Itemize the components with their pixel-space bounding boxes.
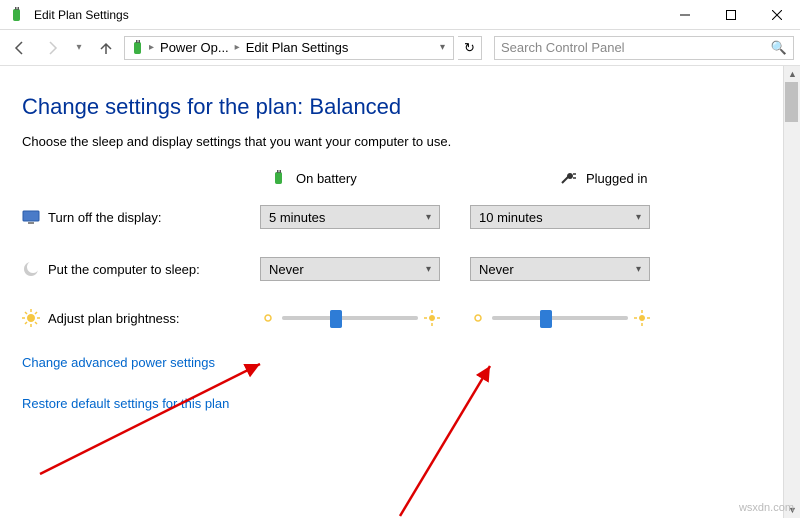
brightness-icon: [22, 309, 40, 327]
plug-icon: [560, 169, 578, 187]
sun-bright-icon: [634, 310, 650, 326]
address-dropdown[interactable]: ▾: [436, 42, 449, 53]
refresh-button[interactable]: ↻: [458, 36, 482, 60]
scrollbar[interactable]: ▲ ▼: [783, 66, 800, 518]
sleep-battery-select[interactable]: Never▾: [260, 257, 440, 281]
scroll-thumb[interactable]: [785, 82, 798, 122]
breadcrumb-item[interactable]: Power Op...: [156, 40, 233, 55]
row-label-display: Turn off the display:: [48, 210, 161, 225]
monitor-icon: [22, 208, 40, 226]
brightness-battery-slider[interactable]: [282, 316, 418, 320]
address-bar[interactable]: ▸ Power Op... ▸ Edit Plan Settings ▾: [124, 36, 454, 60]
column-header-plugged: Plugged in: [586, 171, 647, 186]
power-icon: [129, 39, 147, 57]
back-button[interactable]: [6, 34, 34, 62]
battery-icon: [270, 169, 288, 187]
close-button[interactable]: [754, 0, 800, 30]
brightness-plugged-slider[interactable]: [492, 316, 628, 320]
breadcrumb-item[interactable]: Edit Plan Settings: [242, 40, 353, 55]
sun-bright-icon: [424, 310, 440, 326]
scroll-up-button[interactable]: ▲: [784, 66, 800, 82]
advanced-settings-link[interactable]: Change advanced power settings: [22, 355, 778, 370]
display-plugged-select[interactable]: 10 minutes▾: [470, 205, 650, 229]
annotation-arrow: [380, 356, 520, 518]
row-label-brightness: Adjust plan brightness:: [48, 311, 180, 326]
page-title: Change settings for the plan: Balanced: [22, 94, 778, 120]
maximize-button[interactable]: [708, 0, 754, 30]
column-header-battery: On battery: [296, 171, 357, 186]
app-icon: [8, 6, 26, 24]
minimize-button[interactable]: [662, 0, 708, 30]
annotation-arrow: [30, 354, 280, 484]
sun-dim-icon: [260, 310, 276, 326]
history-dropdown[interactable]: ▾: [70, 42, 88, 53]
sun-dim-icon: [470, 310, 486, 326]
watermark: wsxdn.com: [739, 502, 794, 514]
row-label-sleep: Put the computer to sleep:: [48, 262, 200, 277]
search-placeholder: Search Control Panel: [501, 40, 625, 55]
restore-defaults-link[interactable]: Restore default settings for this plan: [22, 396, 778, 411]
display-battery-select[interactable]: 5 minutes▾: [260, 205, 440, 229]
forward-button[interactable]: [38, 34, 66, 62]
page-subtext: Choose the sleep and display settings th…: [22, 134, 778, 149]
window-title: Edit Plan Settings: [34, 8, 662, 22]
up-button[interactable]: [92, 34, 120, 62]
sleep-plugged-select[interactable]: Never▾: [470, 257, 650, 281]
search-input[interactable]: Search Control Panel 🔍: [494, 36, 794, 60]
moon-icon: [22, 260, 40, 278]
search-icon: 🔍: [771, 40, 787, 56]
